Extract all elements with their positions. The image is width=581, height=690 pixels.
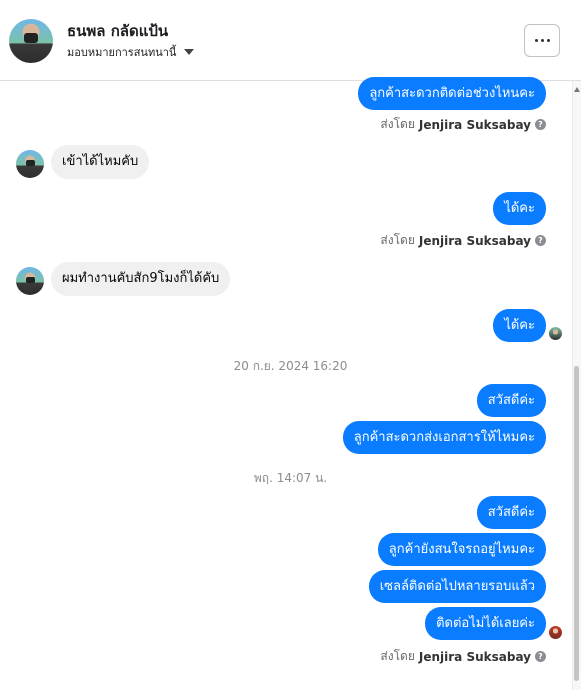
assign-conversation-dropdown[interactable]: มอบหมายการสนทนานี้ (67, 43, 195, 61)
scrollbar-thumb[interactable] (574, 366, 579, 681)
agent-name: Jenjira Suksabay (418, 233, 531, 248)
contact-avatar-small (16, 267, 44, 295)
seen-indicator-avatar (549, 626, 562, 639)
info-icon[interactable]: ? (535, 235, 546, 246)
outgoing-message[interactable]: สวัสดีค่ะ (476, 496, 546, 529)
dot-icon (540, 39, 544, 42)
sent-by-label: ส่งโดย Jenjira Suksabay ? (380, 115, 546, 134)
incoming-message[interactable]: ผมทำงานคับสัก9โมงก็ได้คับ (51, 262, 231, 296)
outgoing-message[interactable]: ได้คะ (493, 309, 546, 342)
contact-name[interactable]: ธนพล กลัดแป้น (67, 19, 168, 43)
info-icon[interactable]: ? (535, 119, 546, 130)
agent-name: Jenjira Suksabay (418, 117, 531, 132)
outgoing-message[interactable]: ได้คะ (493, 192, 546, 225)
caret-down-icon (184, 49, 195, 55)
more-options-button[interactable] (524, 24, 560, 57)
contact-avatar[interactable] (9, 19, 53, 63)
outgoing-message[interactable]: ติดต่อไม่ได้เลยค่ะ (425, 607, 546, 640)
info-icon[interactable]: ? (535, 651, 546, 662)
dot-icon (546, 39, 550, 42)
dot-icon (534, 39, 538, 42)
timestamp-divider: พฤ. 14:07 น. (253, 471, 328, 485)
seen-indicator-avatar (549, 327, 562, 340)
incoming-message[interactable]: เข้าได้ไหมคับ (51, 145, 150, 179)
sent-by-prefix: ส่งโดย (380, 649, 415, 663)
assign-label: มอบหมายการสนทนานี้ (67, 46, 177, 59)
scroll-up-arrow-icon[interactable] (574, 87, 580, 92)
sent-by-label: ส่งโดย Jenjira Suksabay ? (380, 647, 546, 666)
outgoing-message[interactable]: ลูกค้าสะดวกส่งเอกสารให้ไหมคะ (342, 421, 546, 454)
conversation-header: ธนพล กลัดแป้น มอบหมายการสนทนานี้ (0, 0, 581, 81)
sent-by-prefix: ส่งโดย (380, 117, 415, 131)
outgoing-message[interactable]: ลูกค้าสะดวกติดต่อช่วงไหนคะ (358, 77, 546, 110)
outgoing-message[interactable]: สวัสดีค่ะ (476, 384, 546, 417)
agent-name: Jenjira Suksabay (418, 649, 531, 664)
outgoing-message[interactable]: เซลล์ติดต่อไปหลายรอบแล้ว (368, 570, 546, 603)
sent-by-prefix: ส่งโดย (380, 233, 415, 247)
timestamp-divider: 20 ก.ย. 2024 16:20 (233, 359, 348, 373)
contact-avatar-small (16, 150, 44, 178)
sent-by-label: ส่งโดย Jenjira Suksabay ? (380, 231, 546, 250)
outgoing-message[interactable]: ลูกค้ายังสนใจรถอยู่ไหมคะ (377, 533, 546, 566)
